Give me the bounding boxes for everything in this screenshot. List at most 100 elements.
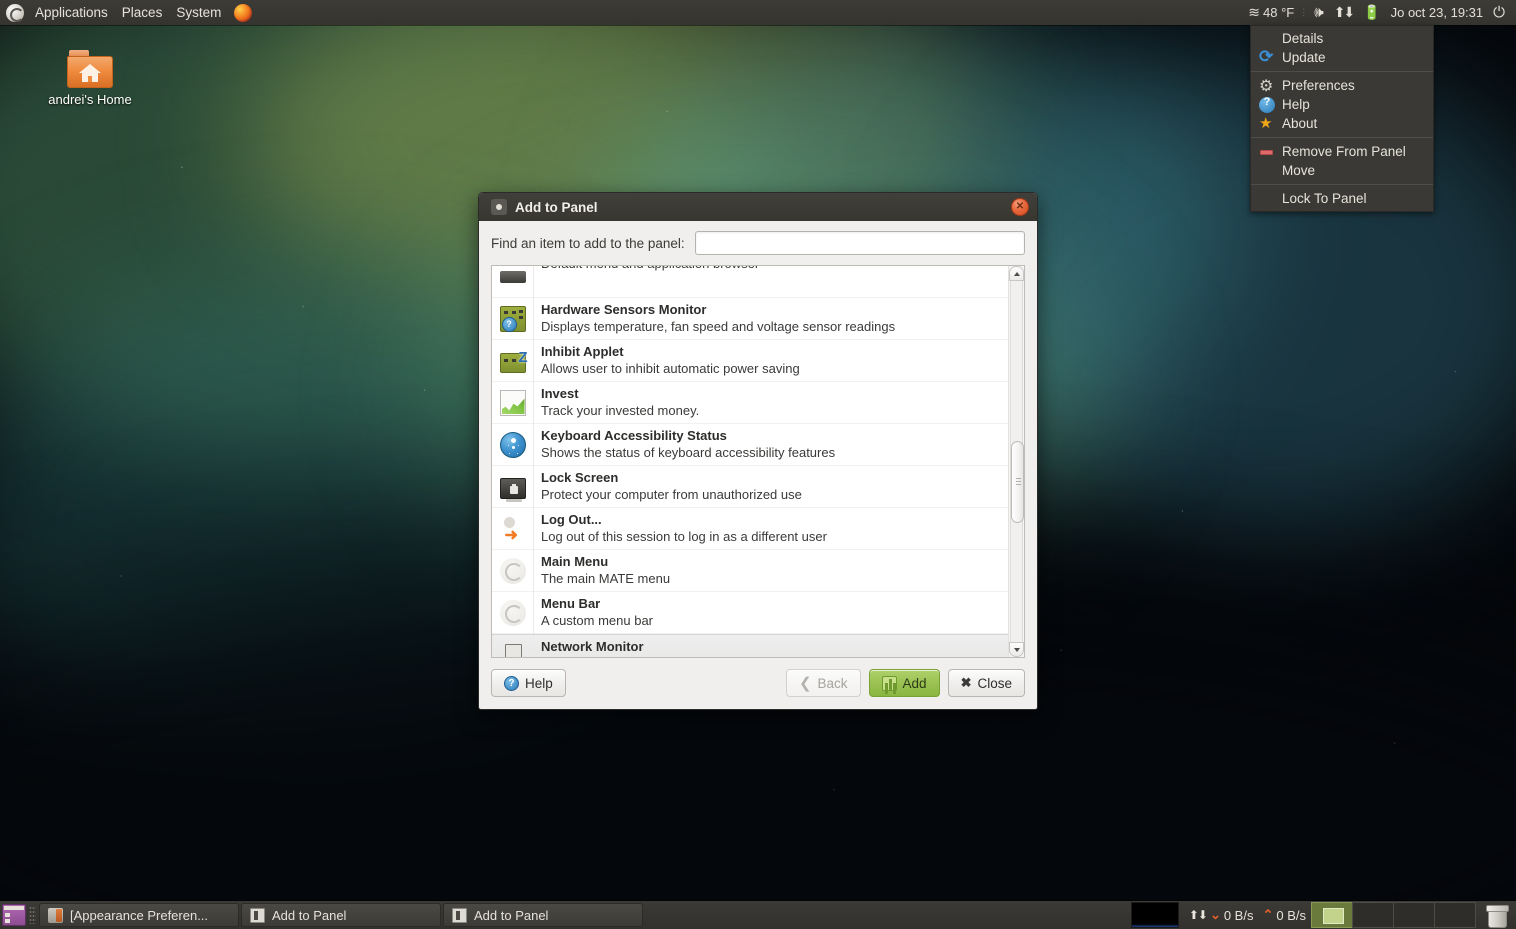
list-item-text: Menu Bar A custom menu bar [534, 592, 653, 629]
list-item[interactable]: Log Out... Log out of this session to lo… [492, 508, 1008, 550]
context-menu-item-remove-from-panel[interactable]: Remove From Panel [1251, 142, 1433, 161]
list-item-text: Invest Track your invested money. [534, 382, 699, 419]
list-item-desc: A custom menu bar [541, 612, 653, 629]
trash-icon[interactable] [1484, 902, 1510, 928]
taskbar-item-add-to-panel-2[interactable]: Add to Panel [443, 903, 643, 927]
add-button-label: Add [903, 676, 927, 691]
dialog-title: Add to Panel [515, 200, 598, 215]
list-item-name: Keyboard Accessibility Status [541, 427, 835, 444]
list-item-text: Inhibit Applet Allows user to inhibit au… [534, 340, 800, 377]
dialog-button-row: Help ❮ Back Add ✖ Close [479, 669, 1037, 709]
plus-icon [882, 676, 897, 691]
scrollbar-track[interactable] [1010, 281, 1023, 642]
context-menu-item-move[interactable]: Move [1251, 161, 1433, 180]
list-item-selected[interactable]: Network Monitor Netspeed Applet [492, 634, 1008, 658]
weather-applet[interactable]: ≋ 48 °F [1243, 2, 1299, 23]
help-button[interactable]: Help [491, 669, 566, 697]
scrollbar-thumb[interactable] [1011, 441, 1024, 523]
workspace-2[interactable] [1352, 902, 1394, 928]
close-icon[interactable] [1011, 198, 1029, 216]
list-item[interactable]: Default menu and application browser [492, 265, 1008, 298]
menu-applications[interactable]: Applications [28, 1, 115, 24]
refresh-icon [1259, 50, 1275, 66]
taskbar-item-label: Add to Panel [272, 908, 346, 923]
workspace-4[interactable] [1434, 902, 1476, 928]
show-desktop-icon[interactable] [2, 904, 26, 926]
taskbar-item-appearance[interactable]: [Appearance Preferen... [39, 903, 239, 927]
volume-icon[interactable]: 🕪 [1309, 2, 1328, 23]
back-button[interactable]: ❮ Back [786, 669, 861, 697]
workspace-3[interactable] [1393, 902, 1435, 928]
list-item-text: Default menu and application browser [534, 265, 759, 272]
firefox-icon[interactable] [234, 4, 252, 22]
desktop-icon-home[interactable]: andrei's Home [42, 50, 138, 107]
list-item-text: Hardware Sensors Monitor Displays temper… [534, 298, 895, 335]
list-item[interactable]: Main Menu The main MATE menu [492, 550, 1008, 592]
list-item-name: Lock Screen [541, 469, 802, 486]
weather-icon: ≋ [1248, 4, 1260, 21]
help-icon [1259, 97, 1275, 113]
help-button-label: Help [525, 676, 553, 691]
minus-icon [1259, 144, 1275, 160]
logout-icon [492, 508, 534, 550]
top-panel-tray: ≋ 48 °F ⋮ 🕪 ⬆⬇ 🔋 Jo oct 23, 19:31 ⏻ [1243, 2, 1516, 23]
bottom-panel-tray: ⬆⬇ ⌄ 0 B/s ⌃ 0 B/s [1131, 901, 1516, 929]
list-item-text: Log Out... Log out of this session to lo… [534, 508, 827, 545]
netspeed-applet[interactable]: ⬆⬇ ⌄ 0 B/s ⌃ 0 B/s [1183, 907, 1312, 923]
dialog-titlebar[interactable]: Add to Panel [479, 193, 1037, 221]
top-panel: Applications Places System ≋ 48 °F ⋮ 🕪 ⬆… [0, 0, 1516, 25]
inhibit-icon [492, 340, 534, 382]
list-item[interactable]: Invest Track your invested money. [492, 382, 1008, 424]
context-menu-item-lock-to-panel[interactable]: Lock To Panel [1251, 189, 1433, 208]
applet-list[interactable]: Default menu and application browser Har… [491, 265, 1025, 658]
list-item-desc: Allows user to inhibit automatic power s… [541, 360, 800, 377]
menu-places[interactable]: Places [115, 1, 170, 24]
clock-applet[interactable]: Jo oct 23, 19:31 [1386, 3, 1489, 22]
list-item-desc: Displays temperature, fan speed and volt… [541, 318, 895, 335]
vertical-scrollbar[interactable] [1008, 266, 1024, 657]
workspace-switcher[interactable] [1312, 902, 1476, 928]
list-item-text: Keyboard Accessibility Status Shows the … [534, 424, 835, 461]
mate-menu-icon [492, 592, 534, 634]
netspeed-graph-icon[interactable] [1131, 902, 1179, 928]
list-item[interactable]: Hardware Sensors Monitor Displays temper… [492, 298, 1008, 340]
menu-system[interactable]: System [169, 1, 228, 24]
gear-icon [1259, 78, 1275, 94]
list-item[interactable]: Inhibit Applet Allows user to inhibit au… [492, 340, 1008, 382]
context-menu-label: Preferences [1282, 76, 1355, 95]
list-item[interactable]: Lock Screen Protect your computer from u… [492, 466, 1008, 508]
scroll-up-icon[interactable] [1009, 266, 1024, 281]
updown-arrows-icon: ⬆⬇ [1189, 908, 1207, 922]
context-menu-item-about[interactable]: About [1251, 114, 1433, 133]
network-updown-icon[interactable]: ⬆⬇ [1329, 2, 1358, 23]
context-menu-item-preferences[interactable]: Preferences [1251, 76, 1433, 95]
list-item[interactable]: Menu Bar A custom menu bar [492, 592, 1008, 634]
scroll-down-icon[interactable] [1009, 642, 1024, 657]
mate-logo-icon[interactable] [6, 4, 24, 22]
context-menu-item-help[interactable]: Help [1251, 95, 1433, 114]
panel-context-menu: Details Update Preferences Help About Re… [1250, 25, 1434, 212]
list-item-name: Hardware Sensors Monitor [541, 301, 895, 318]
list-item-name: Log Out... [541, 511, 827, 528]
list-item-desc: Netspeed Applet [541, 655, 644, 658]
sensors-icon [492, 298, 534, 340]
workspace-1[interactable] [1311, 902, 1353, 928]
list-item-text: Lock Screen Protect your computer from u… [534, 466, 802, 503]
invest-icon [492, 382, 534, 424]
list-item-desc: Protect your computer from unauthorized … [541, 486, 802, 503]
context-menu-item-details[interactable]: Details [1251, 29, 1433, 48]
taskbar-item-add-to-panel-1[interactable]: Add to Panel [241, 903, 441, 927]
close-x-icon: ✖ [961, 675, 972, 691]
search-input[interactable] [695, 231, 1025, 255]
find-row: Find an item to add to the panel: [491, 231, 1025, 255]
close-button[interactable]: ✖ Close [948, 669, 1025, 697]
menu-separator [1251, 184, 1433, 185]
add-button[interactable]: Add [869, 669, 940, 697]
panel-grip[interactable] [29, 906, 36, 924]
power-icon[interactable]: ⏻ [1488, 2, 1510, 23]
list-item[interactable]: Keyboard Accessibility Status Shows the … [492, 424, 1008, 466]
context-menu-label: About [1282, 114, 1317, 133]
desktop-icon-label: andrei's Home [42, 92, 138, 107]
context-menu-item-update[interactable]: Update [1251, 48, 1433, 67]
battery-icon[interactable]: 🔋 [1358, 2, 1385, 23]
